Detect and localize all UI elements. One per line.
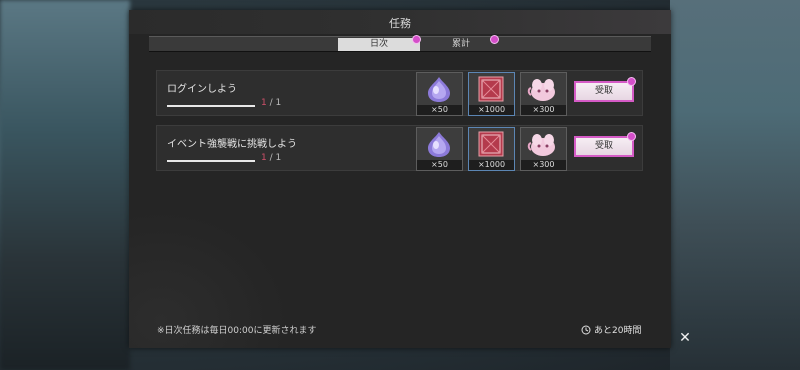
reward-quantity: ×300	[521, 160, 566, 170]
timer-text: あと20時間	[594, 326, 642, 336]
reward-quantity: ×50	[417, 105, 462, 115]
reward-item[interactable]: ×300	[520, 127, 567, 171]
red-ticket-box-icon	[478, 131, 504, 157]
clock-icon	[581, 325, 591, 334]
progress-total: 1	[275, 98, 282, 108]
background-right	[670, 0, 800, 370]
progress-bar	[167, 160, 255, 162]
tab-cumulative-label: 累計	[451, 39, 470, 49]
tab-daily[interactable]: 日次	[338, 35, 421, 51]
mission-row: イベント強襲戦に挑戦しよう 1 / 1 ×50 ×1000 ×300 受取	[156, 125, 643, 171]
reward-item[interactable]: ×50	[416, 127, 463, 171]
progress-bar	[167, 105, 255, 107]
reward-quantity: ×300	[521, 105, 566, 115]
reset-timer: あと20時間	[581, 323, 641, 336]
red-ticket-box-icon	[478, 76, 504, 102]
purple-crystal-icon	[428, 77, 450, 102]
claim-button[interactable]: 受取	[574, 136, 634, 157]
notification-dot-icon	[627, 132, 636, 141]
reward-quantity: ×1000	[469, 160, 514, 170]
notification-dot-icon	[490, 35, 499, 44]
reward-quantity: ×50	[417, 160, 462, 170]
progress-text: 1 / 1	[261, 98, 281, 108]
reward-item[interactable]: ×50	[416, 72, 463, 116]
background-left	[0, 0, 130, 370]
mission-title: ログインしよう	[167, 84, 237, 95]
mission-row: ログインしよう 1 / 1 ×50 ×1000 ×300 受取	[156, 70, 643, 116]
mission-title: イベント強襲戦に挑戦しよう	[167, 139, 297, 150]
notification-dot-icon	[627, 77, 636, 86]
purple-crystal-icon	[428, 132, 450, 157]
tab-bar: 日次 累計	[149, 35, 651, 52]
panel-title: 任務	[389, 17, 411, 30]
reward-quantity: ×1000	[469, 105, 514, 115]
close-icon[interactable]: ✕	[678, 331, 692, 345]
reset-note: ※日次任務は毎日00:00に更新されます	[157, 326, 317, 336]
progress-separator: /	[266, 98, 276, 108]
pink-spirit-icon	[527, 134, 555, 156]
pink-spirit-icon	[527, 79, 555, 101]
reward-item[interactable]: ×1000	[468, 72, 515, 116]
tab-daily-label: 日次	[369, 39, 388, 49]
progress-separator: /	[266, 153, 276, 163]
progress-total: 1	[275, 153, 282, 163]
progress-text: 1 / 1	[261, 153, 281, 163]
claim-button[interactable]: 受取	[574, 81, 634, 102]
reward-item[interactable]: ×300	[520, 72, 567, 116]
tab-cumulative[interactable]: 累計	[420, 35, 502, 51]
mission-panel: 任務 日次 累計 ログインしよう 1 / 1 ×50 ×1000 ×300 受取…	[129, 10, 671, 348]
reward-item[interactable]: ×1000	[468, 127, 515, 171]
